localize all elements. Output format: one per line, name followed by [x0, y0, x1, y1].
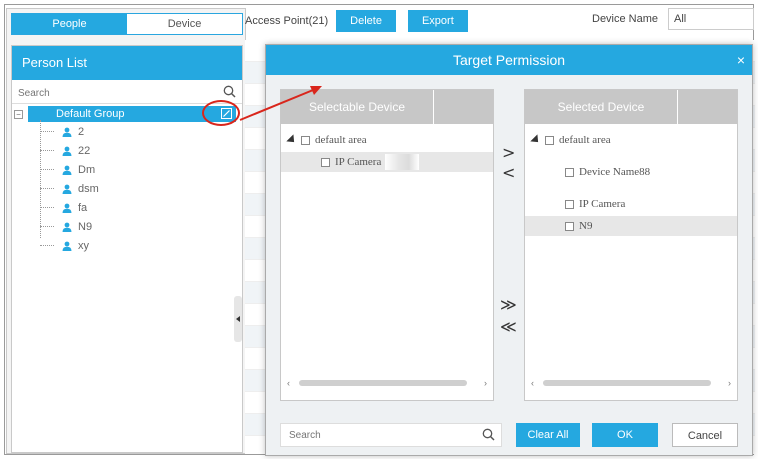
- person-search-input[interactable]: [12, 84, 212, 102]
- selectable-header: Selectable Device: [281, 90, 493, 124]
- selected-device-item[interactable]: IP Camera: [525, 194, 737, 214]
- add-selected-button[interactable]: >: [502, 145, 515, 161]
- annotation-circle: [202, 100, 240, 126]
- person-icon: [62, 127, 72, 137]
- cancel-button[interactable]: Cancel: [672, 423, 738, 447]
- remove-all-button[interactable]: ≪: [500, 319, 517, 335]
- selected-title: Selected Device: [557, 100, 645, 114]
- device-label: IP Camera: [335, 156, 382, 168]
- area-label: default area: [559, 134, 611, 146]
- search-icon[interactable]: [223, 85, 236, 101]
- person-item[interactable]: dsm: [12, 179, 242, 198]
- expand-triangle-icon[interactable]: [286, 134, 298, 146]
- scroll-right-icon[interactable]: ›: [728, 378, 731, 388]
- selected-area-node[interactable]: default area: [525, 130, 737, 150]
- person-label: Dm: [78, 163, 96, 176]
- person-icon: [62, 222, 72, 232]
- tab-device[interactable]: Device: [127, 14, 242, 34]
- checkbox[interactable]: [565, 167, 574, 177]
- device-label: Device Name88: [579, 166, 651, 178]
- checkbox[interactable]: [565, 199, 574, 209]
- tab-bar: People Device: [11, 13, 243, 35]
- person-icon: [62, 146, 72, 156]
- scroll-left-icon[interactable]: ‹: [287, 378, 290, 388]
- scroll-thumb[interactable]: [299, 380, 467, 386]
- selected-device-item[interactable]: Device Name88: [525, 162, 737, 182]
- device-search-input[interactable]: [281, 424, 471, 446]
- person-item[interactable]: xy: [12, 236, 242, 255]
- person-icon: [62, 241, 72, 251]
- tab-people[interactable]: People: [12, 14, 127, 34]
- person-label: dsm: [78, 182, 99, 195]
- selectable-device-list: Selectable Device default area IP Camera…: [280, 89, 494, 401]
- add-all-button[interactable]: ≫: [500, 297, 517, 313]
- person-icon: [62, 184, 72, 194]
- person-label: N9: [78, 220, 93, 233]
- checkbox[interactable]: [565, 221, 574, 231]
- ok-button[interactable]: OK: [592, 423, 658, 447]
- selectable-device-item[interactable]: IP Camera: [281, 152, 493, 172]
- target-permission-dialog: Target Permission × Selectable Device de…: [265, 44, 753, 456]
- person-item[interactable]: Dm: [12, 160, 242, 179]
- person-item[interactable]: 22: [12, 141, 242, 160]
- person-item[interactable]: fa: [12, 198, 242, 217]
- expand-triangle-icon[interactable]: [530, 134, 542, 146]
- group-label: Default Group: [56, 108, 125, 120]
- scroll-left-icon[interactable]: ‹: [531, 378, 534, 388]
- person-label: fa: [78, 201, 88, 214]
- checkbox[interactable]: [321, 157, 330, 167]
- search-icon[interactable]: [482, 428, 495, 444]
- remove-selected-button[interactable]: <: [502, 165, 515, 181]
- person-list-title: Person List: [12, 46, 242, 80]
- device-search: [280, 423, 502, 447]
- area-label: default area: [315, 134, 367, 146]
- person-icon: [62, 165, 72, 175]
- left-panel: People Device Person List − Default Grou…: [6, 8, 246, 454]
- person-search: [12, 84, 242, 104]
- close-icon[interactable]: ×: [737, 45, 745, 75]
- dialog-header: Target Permission ×: [266, 45, 752, 75]
- blurred-region: [385, 154, 419, 170]
- panel-collapse-handle[interactable]: [234, 296, 242, 342]
- selected-device-list: Selected Device default area Device Name…: [524, 89, 738, 401]
- scroll-right-icon[interactable]: ›: [484, 378, 487, 388]
- device-name-label: Device Name: [592, 13, 659, 25]
- person-tree: − Default Group 2 22 Dm dsm fa N9 xy: [12, 104, 242, 255]
- clear-all-button[interactable]: Clear All: [516, 423, 580, 447]
- checkbox[interactable]: [301, 135, 310, 145]
- selectable-title: Selectable Device: [308, 100, 406, 114]
- person-item[interactable]: N9: [12, 217, 242, 236]
- person-label: 2: [78, 125, 85, 138]
- person-item[interactable]: 2: [12, 122, 242, 141]
- person-icon: [62, 203, 72, 213]
- device-label: IP Camera: [579, 198, 626, 210]
- horizontal-scrollbar[interactable]: ‹ ›: [531, 378, 731, 388]
- delete-button[interactable]: Delete: [336, 10, 396, 32]
- checkbox[interactable]: [545, 135, 554, 145]
- export-button[interactable]: Export: [407, 10, 468, 32]
- collapse-icon[interactable]: −: [14, 109, 23, 119]
- toolbar: Access Point(21) Delete Export: [245, 8, 480, 34]
- selectable-area-node[interactable]: default area: [281, 130, 493, 150]
- horizontal-scrollbar[interactable]: ‹ ›: [287, 378, 487, 388]
- access-point-count: Access Point(21): [245, 15, 329, 27]
- device-label: N9: [579, 220, 593, 232]
- device-name-select[interactable]: All: [668, 8, 754, 30]
- person-label: xy: [78, 239, 89, 252]
- person-label: 22: [78, 144, 91, 157]
- scroll-thumb[interactable]: [543, 380, 711, 386]
- selected-header: Selected Device: [525, 90, 737, 124]
- selected-device-item[interactable]: N9: [525, 216, 737, 236]
- dialog-title: Target Permission: [452, 52, 566, 68]
